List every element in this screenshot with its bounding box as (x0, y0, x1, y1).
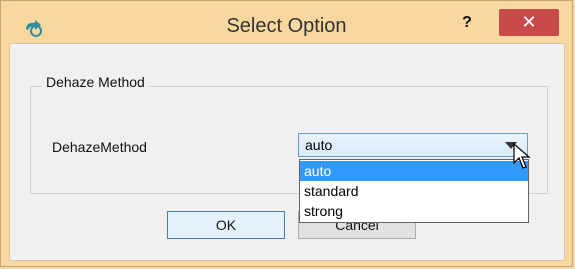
combobox-value: auto (305, 137, 333, 153)
help-button[interactable]: ? (453, 11, 481, 35)
mouse-cursor-icon (513, 142, 533, 171)
title-bar[interactable]: Select Option ? ✕ (1, 1, 572, 43)
option-standard[interactable]: standard (300, 181, 528, 201)
group-title: Dehaze Method (42, 74, 149, 90)
dehaze-method-combobox[interactable]: auto (298, 133, 528, 157)
window-title: Select Option (226, 15, 347, 37)
option-auto[interactable]: auto (300, 161, 528, 181)
option-strong[interactable]: strong (300, 201, 528, 221)
ok-button[interactable]: OK (167, 211, 285, 239)
close-button[interactable]: ✕ (499, 9, 559, 36)
dropdown-list: auto standard strong (299, 159, 529, 223)
dehaze-method-label: DehazeMethod (52, 139, 147, 155)
